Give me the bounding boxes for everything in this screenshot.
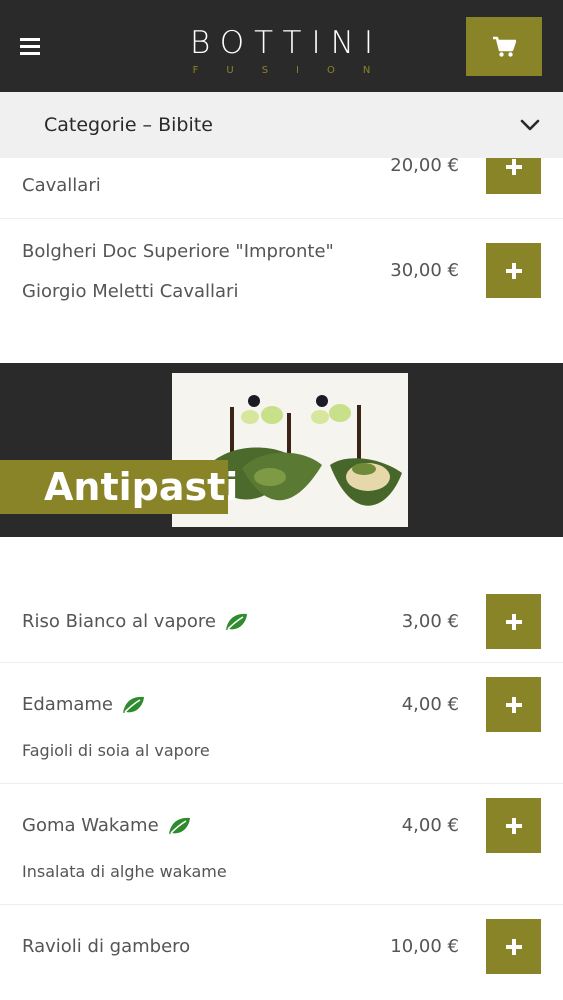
item-price: 4,00 € — [401, 694, 459, 715]
item-name-row: Riso Bianco al vapore — [22, 604, 248, 640]
plus-icon — [505, 613, 522, 630]
plus-icon — [505, 938, 522, 955]
plus-icon — [505, 817, 522, 834]
add-button[interactable] — [486, 243, 541, 298]
leaf-icon — [123, 696, 145, 713]
item-name: Cavallari — [22, 175, 101, 196]
plus-icon — [505, 158, 522, 175]
chevron-down-icon[interactable] — [519, 114, 541, 136]
item-name: Goma Wakame — [22, 815, 159, 836]
item-description: Fagioli di soia al vapore — [22, 741, 210, 760]
item-name-row: Goma Wakame — [22, 808, 191, 844]
plus-icon — [505, 262, 522, 279]
item-description: Insalata di alghe wakame — [22, 862, 227, 881]
plus-icon — [505, 696, 522, 713]
item-name: Riso Bianco al vapore — [22, 611, 216, 632]
add-button[interactable] — [486, 919, 541, 974]
cart-icon — [493, 36, 516, 57]
item-name-line2: Giorgio Meletti Cavallari — [22, 281, 239, 302]
add-button[interactable] — [486, 798, 541, 853]
menu-item: Goma Wakame Insalata di alghe wakame 4,0… — [0, 784, 563, 905]
app-header: BOTTINI FUSION — [0, 0, 563, 92]
section-banner: Antipasti — [0, 363, 563, 537]
category-title: Categorie – Bibite — [44, 114, 213, 136]
leaf-icon — [226, 613, 247, 630]
add-button[interactable] — [486, 594, 541, 649]
menu-item: Bolgheri Doc Superiore "Impronte" Giorgi… — [0, 219, 563, 329]
category-selector[interactable]: Categorie – Bibite — [0, 92, 563, 158]
item-price: 10,00 € — [390, 936, 459, 957]
section-title: Antipasti — [44, 465, 239, 509]
cart-button[interactable] — [466, 17, 542, 76]
item-price: 3,00 € — [401, 611, 459, 632]
menu-item: Edamame Fagioli di soia al vapore 4,00 € — [0, 663, 563, 784]
add-button[interactable] — [486, 677, 541, 732]
item-name: Ravioli di gambero — [22, 936, 191, 957]
item-price: 4,00 € — [401, 815, 459, 836]
leaf-icon — [168, 817, 190, 834]
item-price: 30,00 € — [390, 260, 459, 281]
item-name-row: Edamame — [22, 687, 145, 723]
menu-item: Riso Bianco al vapore 3,00 € — [0, 580, 563, 663]
item-name: Bolgheri Doc Superiore "Impronte" — [22, 241, 334, 262]
item-name: Edamame — [22, 694, 114, 715]
menu-item: Ravioli di gambero 10,00 € — [0, 905, 563, 1000]
